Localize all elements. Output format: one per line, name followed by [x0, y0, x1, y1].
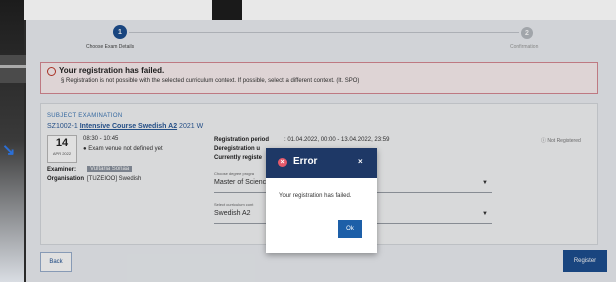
dialog-header: × Error ×: [266, 148, 377, 178]
close-icon[interactable]: ×: [358, 157, 363, 166]
error-x-icon: ×: [278, 158, 287, 167]
background-object: [212, 0, 242, 20]
error-dialog: × Error × Your registration has failed. …: [266, 148, 377, 253]
background-stripe: [0, 65, 26, 68]
arrow-icon: ↘: [2, 142, 16, 159]
background-device: [0, 55, 26, 83]
background-top: [0, 0, 616, 20]
dialog-message: Your registration has failed.: [279, 193, 352, 199]
ok-button[interactable]: Ok: [338, 220, 362, 238]
dialog-title: Error: [293, 156, 318, 167]
